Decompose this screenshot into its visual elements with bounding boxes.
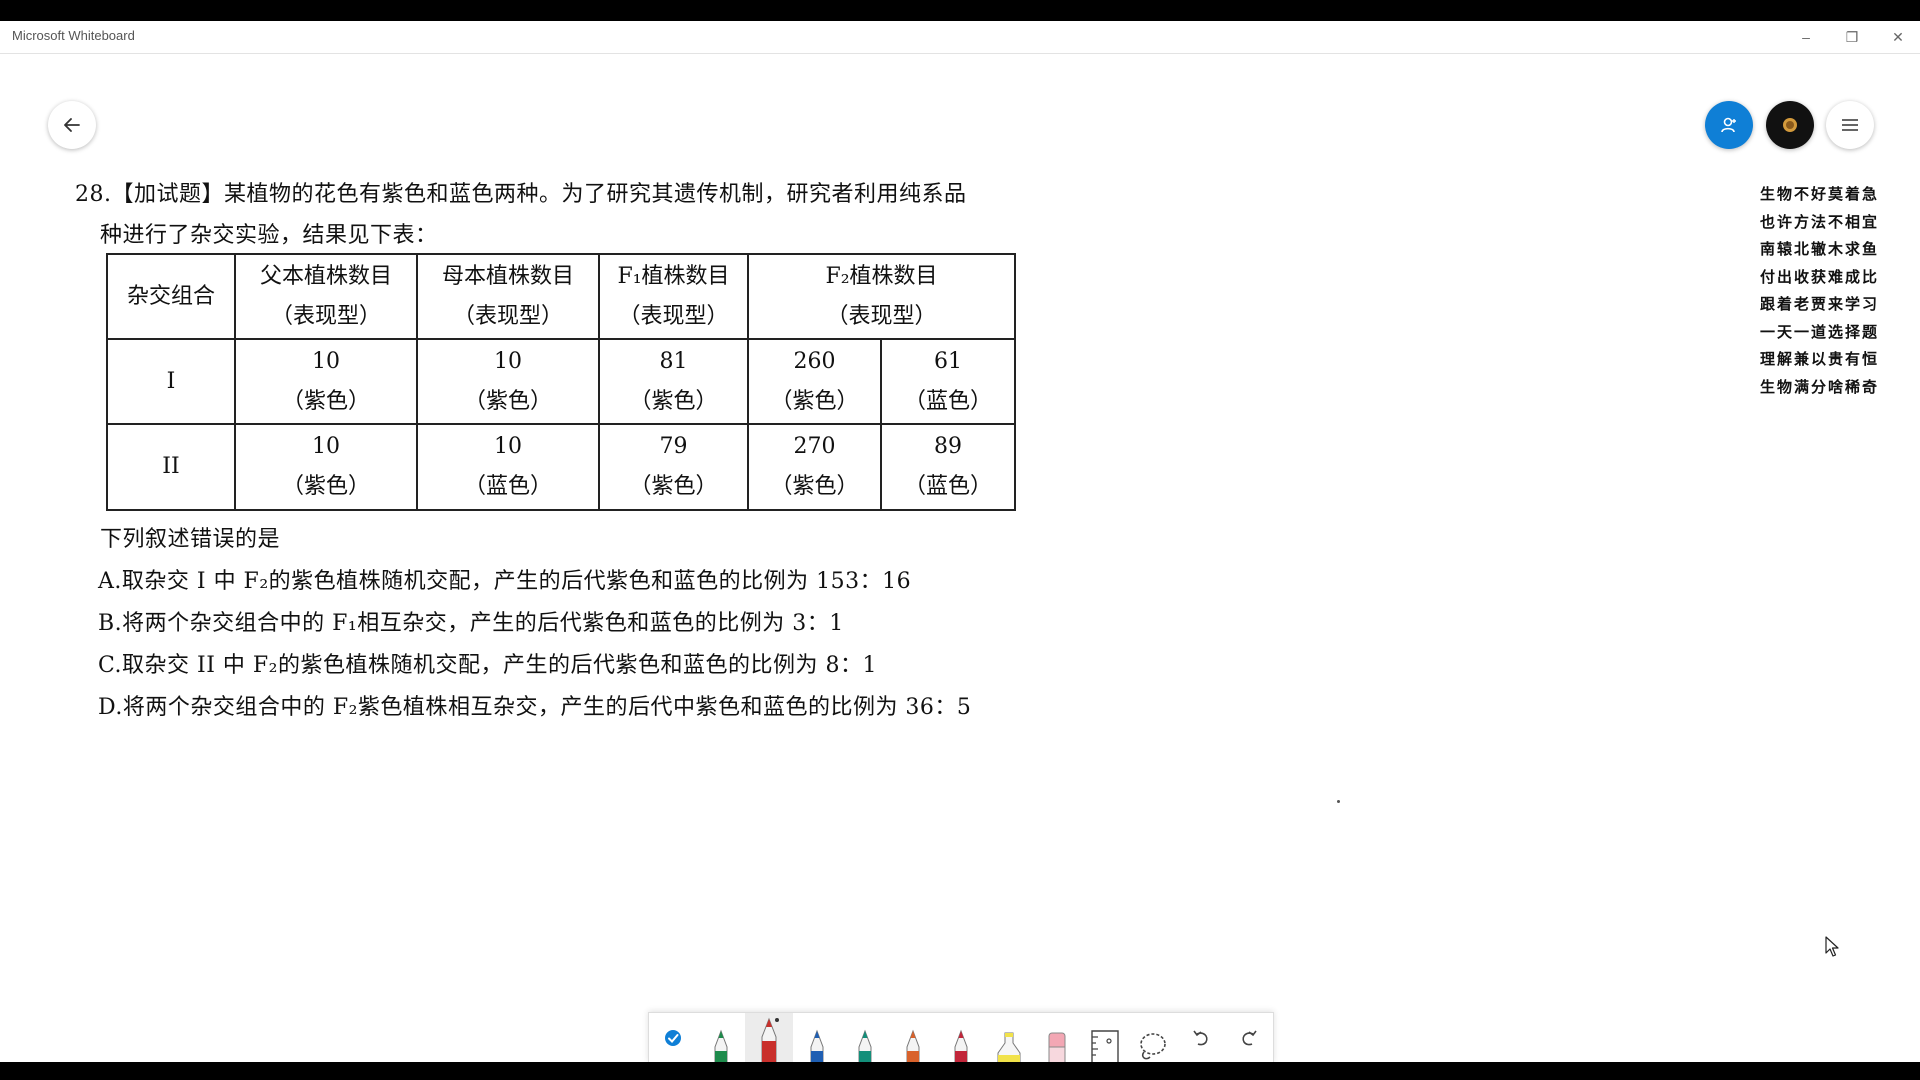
teal-pen-button[interactable] bbox=[841, 1013, 889, 1063]
poem-line: 生物不好莫着急 bbox=[1760, 185, 1880, 203]
lasso-icon bbox=[1140, 1033, 1166, 1060]
screen-top-border bbox=[0, 0, 1920, 21]
restore-icon: ❐ bbox=[1845, 28, 1859, 45]
ruler-button[interactable] bbox=[1081, 1013, 1129, 1063]
crimson-pen-icon bbox=[954, 1029, 968, 1063]
table-cell: 10 （紫色） bbox=[234, 338, 418, 425]
teal-pen-icon bbox=[858, 1029, 872, 1063]
restore-button[interactable]: ❐ bbox=[1829, 21, 1875, 53]
ruler-icon bbox=[1091, 1030, 1119, 1063]
blue-pen-icon bbox=[810, 1029, 824, 1063]
table-cell: 10 （紫色） bbox=[416, 338, 600, 425]
poem-line: 也许方法不相宜 bbox=[1760, 212, 1880, 231]
eraser-icon bbox=[1048, 1032, 1066, 1063]
blue-pen-button[interactable] bbox=[793, 1013, 841, 1063]
close-icon: ✕ bbox=[1892, 28, 1904, 45]
app-title: Microsoft Whiteboard bbox=[12, 28, 135, 43]
mouse-cursor-icon bbox=[1825, 936, 1839, 957]
header-f2: F₂植株数目 （表现型） bbox=[747, 253, 1016, 340]
table-cell: 89 （蓝色） bbox=[880, 423, 1016, 511]
poem-line: 南辕北辙木求鱼 bbox=[1760, 240, 1880, 258]
eraser-button[interactable] bbox=[1033, 1013, 1081, 1063]
ink-toolbar bbox=[648, 1012, 1274, 1063]
redo-icon bbox=[1242, 1030, 1257, 1046]
close-button[interactable]: ✕ bbox=[1875, 21, 1920, 53]
red-pen-icon bbox=[761, 1017, 779, 1063]
highlighter-icon bbox=[997, 1032, 1021, 1063]
header-f1: F₁植株数目 （表现型） bbox=[598, 253, 749, 340]
option-c: C.取杂交 II 中 F₂的紫色植株随机交配，产生的后代紫色和蓝色的比例为 8：… bbox=[98, 653, 877, 678]
table-row: II 10 （紫色） 10 （蓝色） 79 （紫色） 270 （紫色） 89 （蓝色） bbox=[106, 423, 1016, 511]
option-a: A.取杂交 I 中 F₂的紫色植株随机交配，产生的后代紫色和蓝色的比例为 153… bbox=[98, 569, 912, 594]
table-cell: 10 （紫色） bbox=[234, 423, 418, 511]
table-header-row: 杂交组合 父本植株数目 （表现型） 母本植株数目 （表现型） F₁植株数目 （表现型）… bbox=[106, 253, 1016, 340]
crimson-pen-button[interactable] bbox=[937, 1013, 985, 1063]
table-cell: 260 （紫色） bbox=[747, 338, 882, 425]
side-poem: 生物不好莫着急 也许方法不相宜 南辕北辙木求鱼 付出收获难成比 跟着老贾来学习 … bbox=[1760, 181, 1879, 401]
header-father: 父本植株数目 （表现型） bbox=[234, 253, 418, 340]
table-cell: 79 （紫色） bbox=[598, 423, 749, 511]
group-label: II bbox=[106, 423, 236, 511]
invite-button[interactable] bbox=[1705, 101, 1753, 149]
highlighter-button[interactable] bbox=[985, 1013, 1033, 1063]
cross-results-table: 杂交组合 父本植株数目 （表现型） 母本植株数目 （表现型） F₁植株数目 （表现型）… bbox=[106, 253, 1016, 511]
header-cross-group: 杂交组合 bbox=[106, 253, 236, 340]
minimize-icon: – bbox=[1802, 29, 1810, 45]
ink-dot bbox=[1337, 800, 1340, 803]
header-mother: 母本植株数目 （表现型） bbox=[416, 253, 600, 340]
avatar-icon bbox=[1783, 118, 1797, 132]
table-row: I 10 （紫色） 10 （紫色） 81 （紫色） 260 （紫色） 61 （蓝色） bbox=[106, 338, 1016, 425]
back-arrow-icon bbox=[64, 118, 80, 132]
minimize-button[interactable]: – bbox=[1783, 21, 1829, 53]
green-pen-icon bbox=[714, 1029, 728, 1063]
poem-line: 一天一道选择题 bbox=[1760, 322, 1880, 341]
poem-line: 付出收获难成比 bbox=[1760, 267, 1880, 286]
question-prompt: 下列叙述错误的是 bbox=[100, 527, 281, 552]
red-pen-button[interactable] bbox=[745, 1013, 793, 1063]
poem-line: 跟着老贾来学习 bbox=[1760, 295, 1880, 313]
question-line-2: 种进行了杂交实验，结果见下表： bbox=[100, 223, 438, 248]
table-cell: 81 （紫色） bbox=[598, 338, 749, 425]
question-line-1: 28.【加试题】某植物的花色有紫色和蓝色两种。为了研究其遗传机制，研究者利用纯系… bbox=[75, 182, 967, 207]
table-cell: 61 （蓝色） bbox=[880, 338, 1016, 425]
orange-pen-button[interactable] bbox=[889, 1013, 937, 1063]
orange-pen-icon bbox=[906, 1029, 920, 1063]
person-add-icon bbox=[1721, 117, 1736, 133]
green-pen-button[interactable] bbox=[697, 1013, 745, 1063]
poem-line: 理解兼以贵有恒 bbox=[1760, 350, 1880, 368]
redo-button[interactable] bbox=[1225, 1013, 1273, 1063]
select-check-icon bbox=[665, 1030, 681, 1046]
undo-button[interactable] bbox=[1177, 1013, 1225, 1063]
option-d: D.将两个杂交组合中的 F₂紫色植株相互杂交，产生的后代中紫色和蓝色的比例为 3… bbox=[98, 695, 972, 720]
poem-line: 生物满分啥稀奇 bbox=[1760, 377, 1880, 396]
title-bar: Microsoft Whiteboard – ❐ ✕ bbox=[0, 21, 1920, 54]
lasso-button[interactable] bbox=[1129, 1013, 1177, 1063]
table-cell: 270 （紫色） bbox=[747, 423, 882, 511]
back-button[interactable] bbox=[48, 101, 96, 149]
table-cell: 10 （蓝色） bbox=[416, 423, 600, 511]
profile-avatar-button[interactable] bbox=[1766, 101, 1814, 149]
screen-bottom-border bbox=[0, 1062, 1920, 1080]
menu-button[interactable] bbox=[1826, 101, 1874, 149]
option-b: B.将两个杂交组合中的 F₁相互杂交，产生的后代紫色和蓝色的比例为 3：1 bbox=[98, 611, 844, 636]
group-label: I bbox=[106, 338, 236, 425]
undo-icon bbox=[1193, 1030, 1208, 1046]
hamburger-menu-icon bbox=[1842, 119, 1858, 131]
select-tool-button[interactable] bbox=[649, 1013, 697, 1063]
